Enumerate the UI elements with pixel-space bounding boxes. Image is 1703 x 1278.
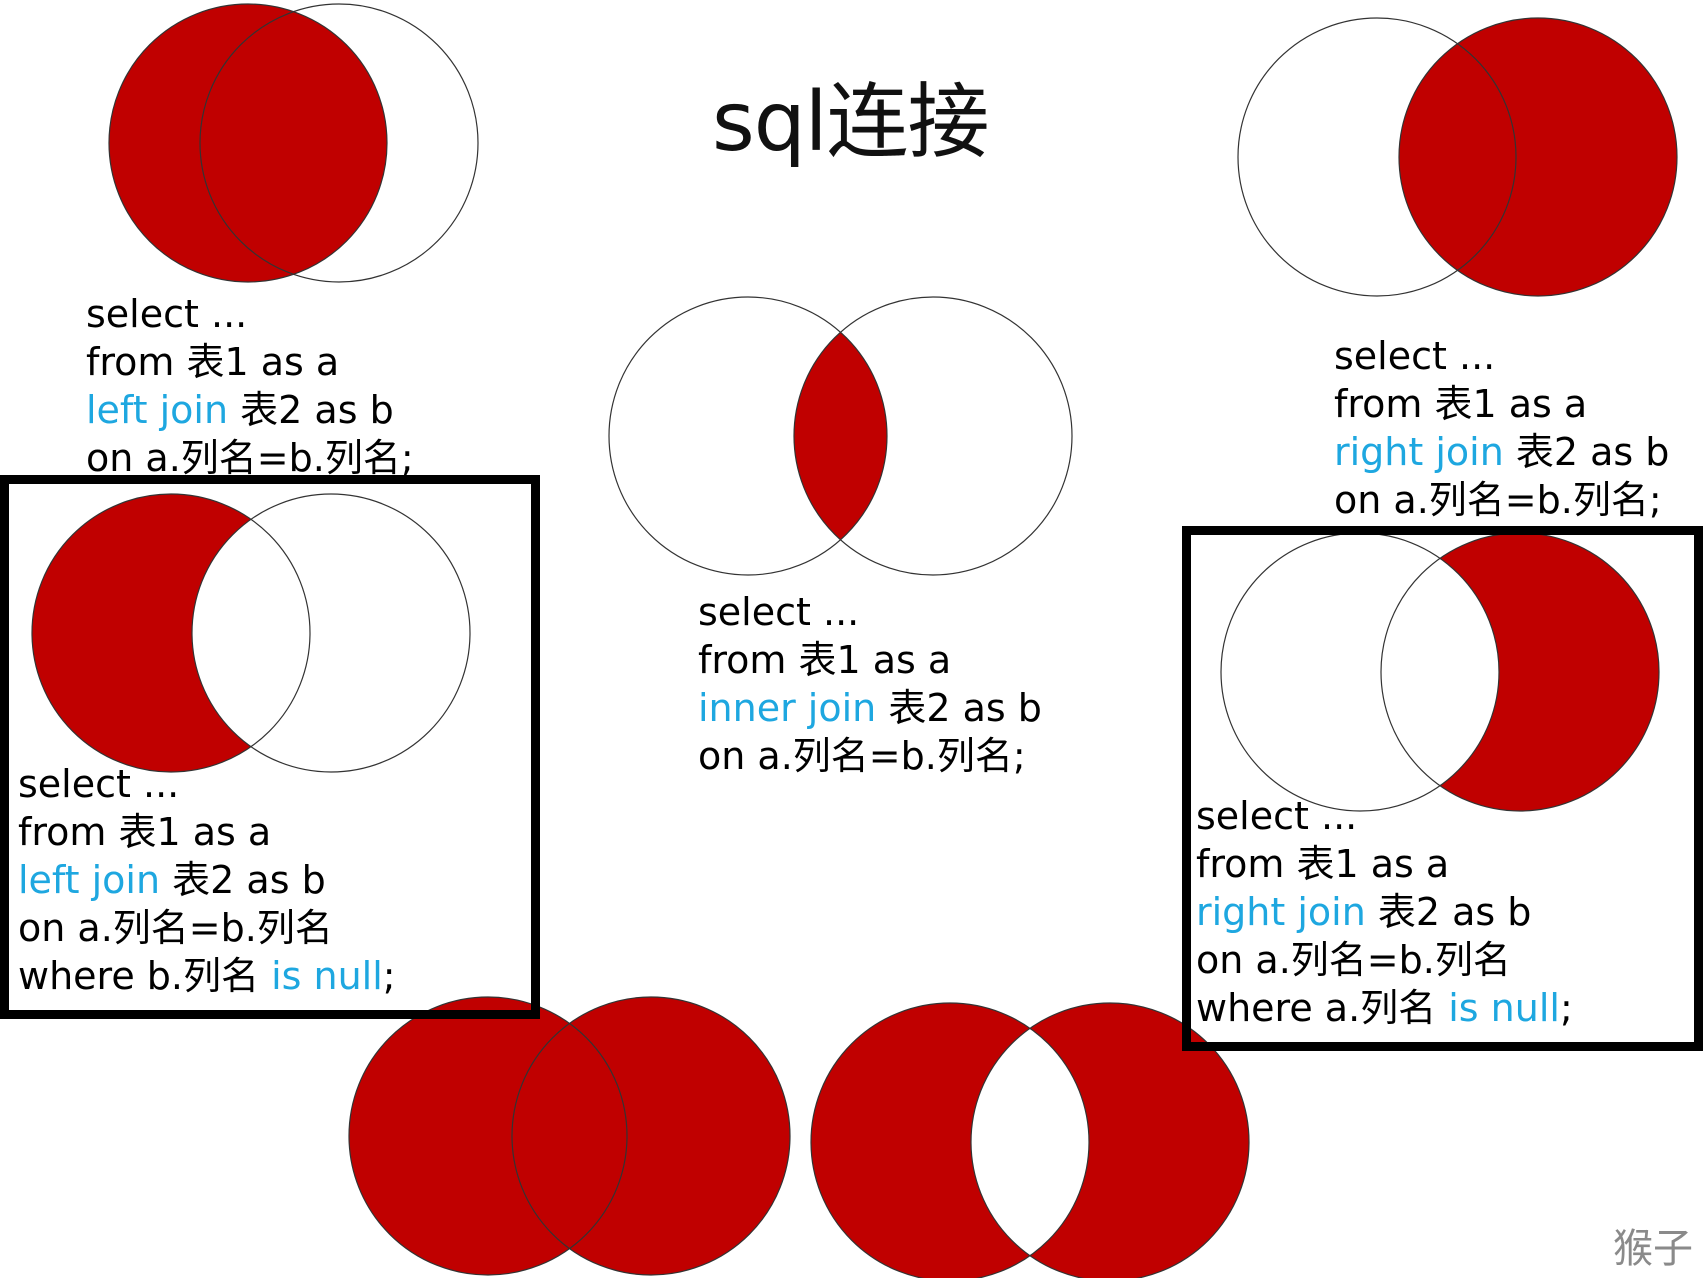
sql-text: select ... [1196,794,1358,838]
sql-text: from 表1 as a [1196,842,1450,886]
code-line: left join 表2 as b [86,386,414,434]
code-left-join: select ... from 表1 as a left join 表2 as bo… [86,290,414,482]
code-line: on a.列名=b.列名; [698,732,1042,780]
code-line: where b.列名 is null; [18,952,396,1000]
sql-text: from 表1 as a [18,810,272,854]
code-right-join: select ... from 表1 as a right join 表2 as b… [1334,332,1669,524]
code-line: select ... [1334,332,1669,380]
sql-text: 表2 as b [1365,890,1532,934]
sql-text: on a.列名=b.列名 [1196,938,1511,982]
code-inner-join: select ... from 表1 as a inner join 表2 as b… [698,588,1042,780]
sql-keyword: is null [1448,986,1560,1030]
code-line: from 表1 as a [1334,380,1669,428]
venn-full-join [348,996,791,1276]
code-line: select ... [698,588,1042,636]
code-line: inner join 表2 as b [698,684,1042,732]
sql-text: from 表1 as a [1334,382,1588,426]
sql-text: ; [382,954,396,998]
sql-text: on a.列名=b.列名; [86,436,414,480]
code-line: from 表1 as a [18,808,396,856]
sql-text: on a.列名=b.列名; [698,734,1026,778]
sql-text: 表2 as b [1503,430,1670,474]
code-line: select ... [18,760,396,808]
watermark: 猴子 [1613,1226,1693,1272]
sql-keyword: inner join [698,686,877,730]
code-right-join-null: select ... from 表1 as a right join 表2 as b… [1196,792,1573,1032]
code-line: from 表1 as a [1196,840,1573,888]
sql-text: where a.列名 [1196,986,1449,1030]
sql-keyword: right join [1196,890,1366,934]
sql-text: from 表1 as a [698,638,952,682]
code-line: on a.列名=b.列名 [1196,936,1573,984]
sql-text: 表2 as b [160,858,326,902]
code-line: left join 表2 as b [18,856,396,904]
code-line: right join 表2 as b [1334,428,1669,476]
venn-left-join [108,3,479,283]
sql-text: from 表1 as a [86,340,340,384]
sql-text: on a.列名=b.列名 [18,906,333,950]
code-line: where a.列名 is null; [1196,984,1573,1032]
sql-keyword: left join [86,388,229,432]
code-line: on a.列名=b.列名; [1334,476,1669,524]
venn-inner-join [608,296,1073,576]
sql-text: select ... [86,292,248,336]
sql-text: where b.列名 [18,954,272,998]
code-line: select ... [1196,792,1573,840]
code-line: right join 表2 as b [1196,888,1573,936]
sql-text: 表2 as b [228,388,394,432]
sql-keyword: left join [18,858,161,902]
page-title: sql连接 [712,75,990,170]
code-line: on a.列名=b.列名; [86,434,414,482]
sql-keyword: is null [271,954,383,998]
code-line: on a.列名=b.列名 [18,904,396,952]
code-left-join-null: select ... from 表1 as a left join 表2 as bo… [18,760,396,1000]
sql-text: ; [1559,986,1573,1030]
code-line: from 表1 as a [698,636,1042,684]
sql-text: select ... [18,762,180,806]
code-line: select ... [86,290,414,338]
sql-keyword: right join [1334,430,1504,474]
code-line: from 表1 as a [86,338,414,386]
sql-text: 表2 as b [876,686,1042,730]
venn-right-join [1237,17,1678,297]
sql-text: select ... [1334,334,1496,378]
sql-text: on a.列名=b.列名; [1334,478,1662,522]
sql-text: select ... [698,590,860,634]
